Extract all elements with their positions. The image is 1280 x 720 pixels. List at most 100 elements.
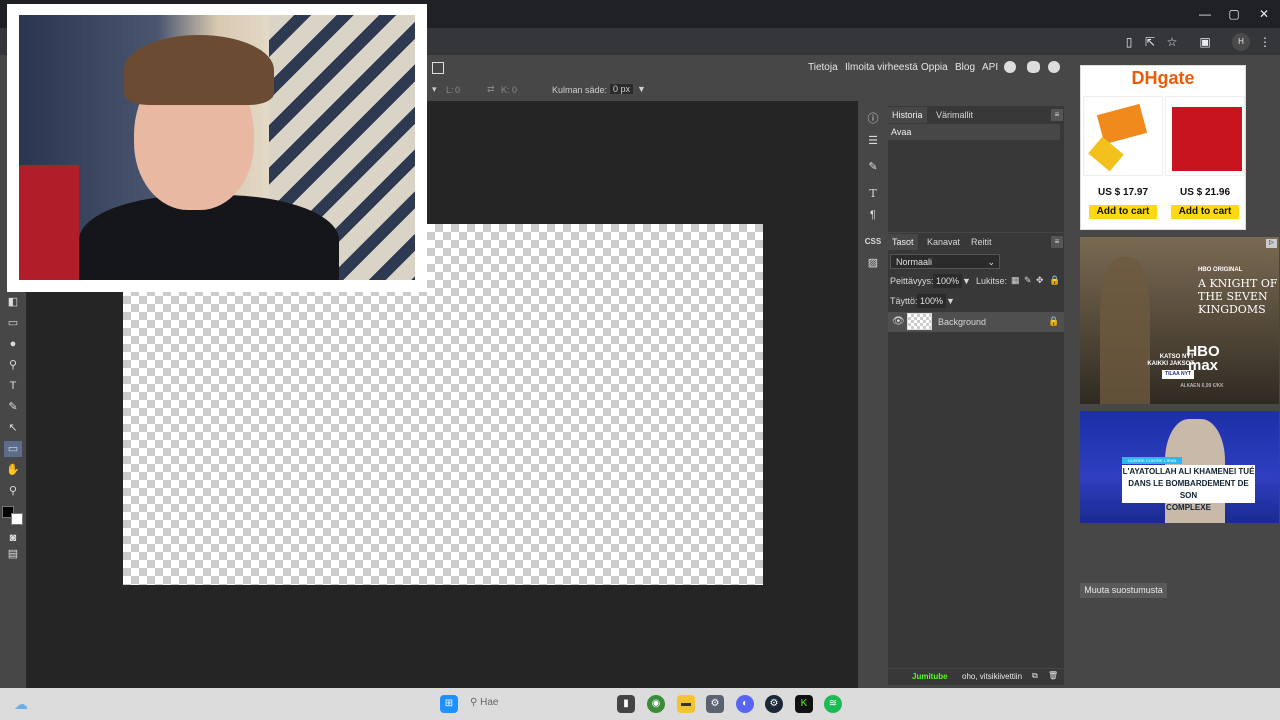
menu-link-about[interactable]: Tietoja xyxy=(808,62,838,73)
consent-button[interactable]: Muuta suostumusta xyxy=(1080,583,1167,598)
files-icon[interactable]: ▮ xyxy=(617,695,635,713)
blend-mode-select[interactable]: Normaali ⌄ xyxy=(890,254,1000,269)
taskbar xyxy=(0,688,1280,720)
taskbar-search[interactable]: ⚲ Hae xyxy=(470,697,498,708)
trash-icon[interactable]: 🗑 xyxy=(1048,671,1058,680)
star-icon[interactable]: ☆ xyxy=(1163,33,1181,51)
tools-sidebar: ◧ ▭ ● ⚲ T ✎ ↖ ▭ ✋ ⚲ ◙ ▤ xyxy=(0,280,26,688)
chrome-icon[interactable]: ◉ xyxy=(647,695,665,713)
lock-pixels-icon[interactable]: ▦ xyxy=(1011,275,1020,286)
screen-mode-icon[interactable]: ▤ xyxy=(4,546,22,562)
fill-input[interactable]: 100% xyxy=(917,294,947,308)
history-item[interactable]: Avaa xyxy=(888,124,1060,140)
tab-history[interactable]: Historia xyxy=(888,107,927,123)
chat-overlay-text: oho, vitsikiivettiin xyxy=(962,672,1023,681)
adjust-icon[interactable]: ☰ xyxy=(864,132,882,150)
menu-link-api[interactable]: API xyxy=(982,62,998,73)
blur-icon[interactable]: ● xyxy=(4,336,22,352)
dodge-icon[interactable]: ⚲ xyxy=(4,357,22,373)
close-button[interactable]: ✕ xyxy=(1249,5,1279,23)
headline-line-1: L'AYATOLLAH ALI KHAMENEI TUÉ xyxy=(1122,467,1255,476)
info-icon[interactable]: ⓘ xyxy=(864,110,882,128)
lock-all-icon[interactable]: 🔒 xyxy=(1049,275,1060,286)
type-icon[interactable]: T xyxy=(4,378,22,394)
profile-icon[interactable]: H xyxy=(1232,33,1250,51)
lock-move-icon[interactable]: ✥ xyxy=(1036,275,1044,286)
chevron-down-icon[interactable]: ▼ xyxy=(962,276,971,286)
headline-line-2: DANS LE BOMBARDEMENT DE SON xyxy=(1128,479,1249,500)
settings-icon[interactable]: ⚙ xyxy=(706,695,724,713)
chevron-down-icon[interactable]: ▼ xyxy=(946,296,955,306)
show-title: A KNIGHT OF THE SEVEN KINGDOMS xyxy=(1198,277,1278,316)
chevron-down-icon[interactable]: ▼ xyxy=(637,84,646,94)
top-menu: Tietoja Ilmoita virheestä Oppia Blog API xyxy=(430,55,1070,81)
swap-icon[interactable]: ⇄ xyxy=(487,84,495,95)
news-ad[interactable]: GUERRE CONTRE L'IRAN L'AYATOLLAH ALI KHA… xyxy=(1080,411,1279,523)
tool-options-bar: ▾ L: 0 ⇄ K: 0 Kulman säde: 0 px ▼ xyxy=(430,81,1070,101)
dhgate-logo: DHgate xyxy=(1131,68,1195,88)
brush-icon[interactable]: ✎ xyxy=(864,158,882,176)
history-menu-icon[interactable]: ≡ xyxy=(1051,109,1063,121)
opacity-label: Peittävyys: xyxy=(890,276,934,286)
quick-mask-icon[interactable]: ◙ xyxy=(4,530,22,546)
hand-icon[interactable]: ✋ xyxy=(4,462,22,478)
spotify-icon[interactable]: ≋ xyxy=(824,695,842,713)
facebook-icon[interactable] xyxy=(1048,61,1060,73)
history-panel: Historia Värimallit ≡ Avaa xyxy=(888,106,1064,232)
lock-paint-icon[interactable]: ✎ xyxy=(1024,275,1032,286)
css-icon[interactable]: CSS xyxy=(864,233,882,251)
twitter-icon[interactable] xyxy=(1027,61,1040,73)
weather-icon[interactable]: ☁ xyxy=(12,695,30,713)
kick-icon[interactable]: K xyxy=(795,695,813,713)
menu-link-report[interactable]: Ilmoita virheestä xyxy=(845,62,918,73)
blend-mode-value: Normaali xyxy=(896,257,933,267)
background-color-swatch[interactable] xyxy=(11,513,23,525)
ad-choices-icon[interactable]: ▷ xyxy=(1266,239,1277,248)
discord-icon[interactable]: ◐ xyxy=(736,695,754,713)
knight-figure xyxy=(1100,257,1150,404)
menu-icon[interactable]: ⋮ xyxy=(1256,33,1274,51)
news-headline: L'AYATOLLAH ALI KHAMENEI TUÉ DANS LE BOM… xyxy=(1122,465,1255,512)
opacity-input[interactable]: 100% xyxy=(933,274,963,288)
tab-swatches[interactable]: Värimallit xyxy=(932,107,977,123)
product-image-watch xyxy=(1083,96,1163,176)
steam-icon[interactable]: ⚙ xyxy=(765,695,783,713)
layer-name: Background xyxy=(938,317,987,327)
zoom-icon[interactable]: ⚲ xyxy=(4,483,22,499)
headline-line-3: COMPLEXE xyxy=(1166,503,1211,512)
tab-layers[interactable]: Tasot xyxy=(888,234,918,250)
tab-paths[interactable]: Reitit xyxy=(967,234,996,250)
image-icon[interactable]: ▨ xyxy=(864,254,882,272)
add-to-cart-button[interactable]: Add to cart xyxy=(1171,205,1239,219)
pen-icon[interactable]: ✎ xyxy=(4,399,22,415)
corner-radius-input[interactable]: 0 px xyxy=(610,84,634,94)
fullscreen-icon[interactable] xyxy=(432,62,444,74)
windows-icon[interactable]: ⊞ xyxy=(440,695,458,713)
gradient-icon[interactable]: ▭ xyxy=(4,315,22,331)
layers-menu-icon[interactable]: ≡ xyxy=(1051,236,1063,248)
eraser-icon[interactable]: ◧ xyxy=(4,294,22,310)
new-layer-icon[interactable]: ⧉ xyxy=(1032,671,1038,681)
minimize-button[interactable]: — xyxy=(1190,5,1220,23)
menu-link-blog[interactable]: Blog xyxy=(955,62,975,73)
eye-icon[interactable]: 👁 xyxy=(892,316,905,327)
type-icon[interactable]: T xyxy=(864,185,882,203)
bookmark-icon[interactable]: ▯ xyxy=(1120,33,1138,51)
hbo-max-logo: HBO max xyxy=(1186,343,1220,374)
tab-channels[interactable]: Kanavat xyxy=(923,234,964,250)
maximize-button[interactable]: ▢ xyxy=(1219,5,1249,23)
paragraph-icon[interactable]: ¶ xyxy=(864,206,882,224)
height-input[interactable]: 0 xyxy=(512,85,517,95)
path-select-icon[interactable]: ↖ xyxy=(4,420,22,436)
width-input[interactable]: 0 xyxy=(455,85,460,95)
explorer-icon[interactable]: ▬ xyxy=(677,695,695,713)
chevron-down-icon[interactable]: ▾ xyxy=(432,84,437,95)
share-icon[interactable]: ⇱ xyxy=(1141,33,1159,51)
extension-icon[interactable]: ▣ xyxy=(1196,33,1214,51)
add-to-cart-button[interactable]: Add to cart xyxy=(1089,205,1157,219)
reddit-icon[interactable] xyxy=(1004,61,1016,73)
hbo-max-ad[interactable]: HBO ORIGINAL A KNIGHT OF THE SEVEN KINGD… xyxy=(1080,237,1279,404)
rectangle-tool-icon[interactable]: ▭ xyxy=(4,441,22,457)
menu-link-learn[interactable]: Oppia xyxy=(921,62,948,73)
dhgate-ad[interactable]: DHgate US $ 17.97 US $ 21.96 Add to cart… xyxy=(1080,65,1246,230)
